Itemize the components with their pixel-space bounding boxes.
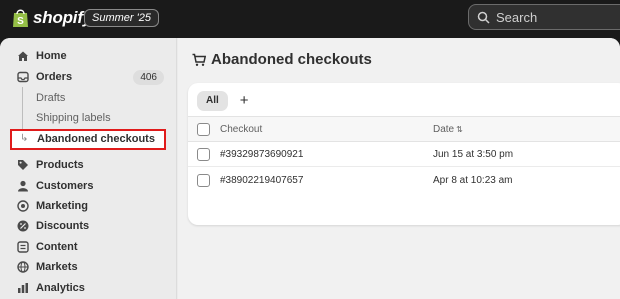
content-icon: [16, 240, 30, 254]
table-row[interactable]: #39329873690921 Jun 15 at 3:50 pm: [188, 142, 620, 167]
filter-tabs: All +: [197, 91, 249, 111]
discount-icon: [16, 219, 30, 233]
inbox-icon: [16, 70, 30, 84]
sidebar-item-label: Shipping labels: [36, 112, 111, 124]
admin-shell: Home Orders 406 Drafts Shipping labels ↳…: [0, 38, 620, 299]
sidebar-item-label: Analytics: [36, 282, 85, 294]
edition-badge[interactable]: Summer '25: [84, 9, 159, 27]
sidebar-item-label: Markets: [36, 261, 78, 273]
checkouts-table-card: All + Checkout Date ⇅ #39329873690921 Jun…: [188, 83, 620, 225]
sort-icon: ⇅: [456, 124, 463, 134]
column-header-checkout: Checkout: [220, 124, 263, 135]
checkout-date: Jun 15 at 3:50 pm: [433, 149, 514, 160]
checkout-id[interactable]: #38902219407657: [220, 175, 303, 186]
tab-all[interactable]: All: [197, 91, 228, 111]
checkout-id[interactable]: #39329873690921: [220, 149, 303, 160]
row-checkbox[interactable]: [197, 174, 210, 187]
sidebar-item-drafts[interactable]: Drafts: [10, 88, 170, 108]
sidebar-item-shipping-labels[interactable]: Shipping labels: [10, 108, 170, 128]
row-checkbox[interactable]: [197, 148, 210, 161]
table-header: Checkout Date ⇅: [188, 116, 620, 142]
sidebar-item-abandoned-checkouts[interactable]: ↳ Abandoned checkouts: [10, 129, 166, 150]
tag-icon: [16, 158, 30, 172]
sidebar-item-discounts[interactable]: Discounts: [10, 216, 170, 236]
sidebar-item-marketing[interactable]: Marketing: [10, 196, 170, 216]
main-content: Abandoned checkouts All + Checkout Date ⇅…: [178, 38, 620, 299]
search-input[interactable]: Search: [468, 4, 620, 30]
sidebar-item-markets[interactable]: Markets: [10, 257, 170, 277]
sidebar-item-label: Abandoned checkouts: [37, 133, 155, 145]
select-all-checkbox[interactable]: [197, 123, 210, 136]
orders-count-badge: 406: [133, 70, 164, 85]
target-icon: [16, 199, 30, 213]
sidebar-item-label: Discounts: [36, 220, 90, 232]
page-title: Abandoned checkouts: [211, 51, 372, 68]
sidebar-item-label: Content: [36, 241, 78, 253]
bar-chart-icon: [16, 281, 30, 295]
globe-icon: [16, 260, 30, 274]
column-header-date-label: Date: [433, 124, 455, 135]
person-icon: [16, 179, 30, 193]
page-header: Abandoned checkouts: [192, 51, 372, 68]
sidebar-item-label: Marketing: [36, 200, 88, 212]
top-bar: S shopify Summer '25 Search: [0, 0, 620, 38]
sidebar-item-label: Drafts: [36, 92, 66, 104]
svg-text:S: S: [17, 16, 24, 27]
cart-icon: [192, 53, 206, 66]
search-icon: [477, 11, 490, 24]
sidebar-item-home[interactable]: Home: [10, 46, 170, 66]
sidebar-item-analytics[interactable]: Analytics: [10, 278, 170, 298]
sidebar-item-label: Home: [36, 50, 67, 62]
subnav-arrow-icon: ↳: [20, 133, 29, 144]
sidebar-item-orders[interactable]: Orders 406: [10, 67, 170, 87]
sidebar: Home Orders 406 Drafts Shipping labels ↳…: [0, 38, 177, 299]
sidebar-item-label: Customers: [36, 180, 94, 192]
table-row[interactable]: #38902219407657 Apr 8 at 10:23 am: [188, 168, 620, 193]
checkout-date: Apr 8 at 10:23 am: [433, 175, 513, 186]
sidebar-item-content[interactable]: Content: [10, 237, 170, 257]
home-icon: [16, 49, 30, 63]
search-placeholder: Search: [496, 9, 538, 25]
sidebar-item-customers[interactable]: Customers: [10, 176, 170, 196]
add-view-button[interactable]: +: [240, 92, 249, 110]
sidebar-item-label: Products: [36, 159, 84, 171]
sidebar-item-label: Orders: [36, 71, 73, 83]
sidebar-item-products[interactable]: Products: [10, 155, 170, 175]
shopify-bag-icon: S: [13, 9, 28, 27]
column-header-date[interactable]: Date ⇅: [433, 124, 463, 135]
shopify-logo[interactable]: S shopify: [12, 8, 92, 28]
